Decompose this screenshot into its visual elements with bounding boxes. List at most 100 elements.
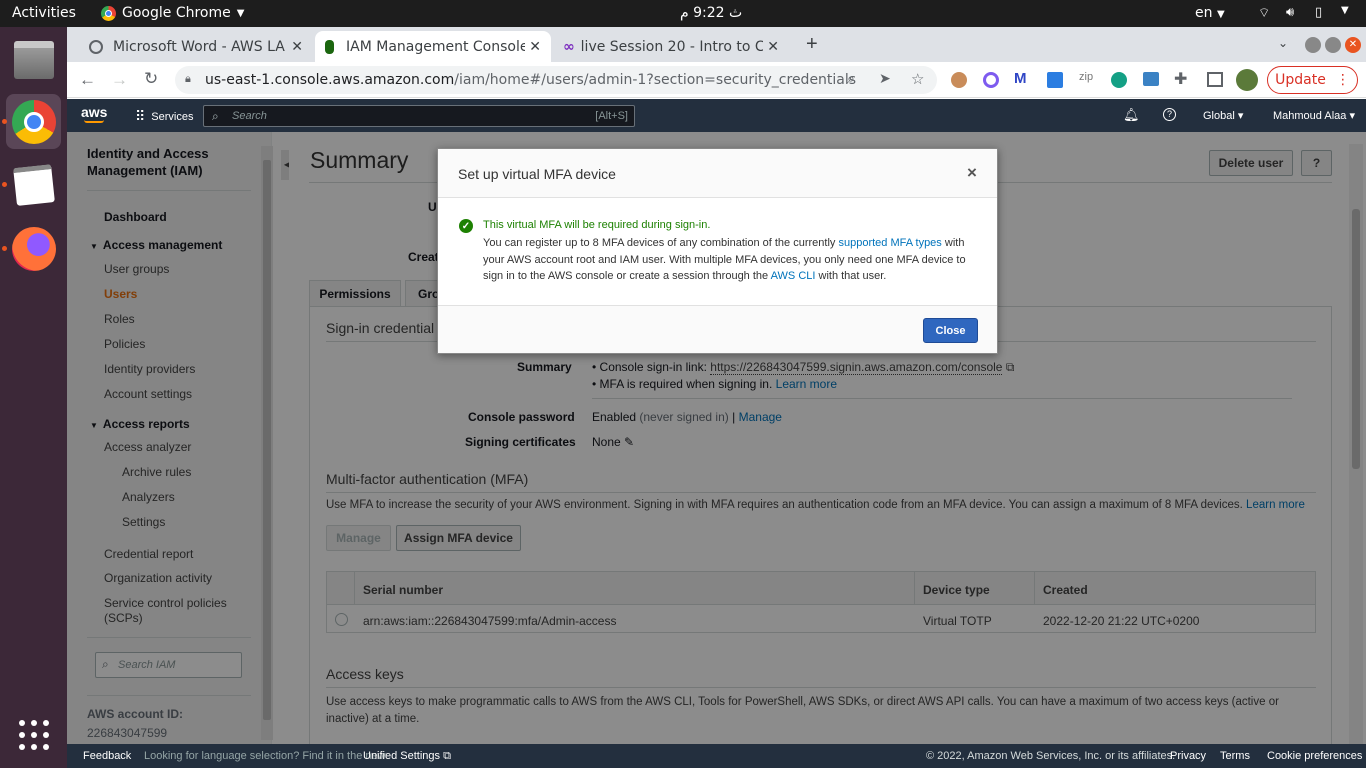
success-check-icon: ✓ xyxy=(459,219,473,233)
toolbar: ← → ↻ 🔒︎ us-east-1.console.aws.amazon.co… xyxy=(67,62,1366,98)
reload-icon[interactable]: ↻ xyxy=(144,69,158,89)
success-message: This virtual MFA will be required during… xyxy=(483,219,711,231)
profile-avatar[interactable] xyxy=(1236,69,1258,91)
search-placeholder: Search xyxy=(232,110,267,122)
tab-title: live Session 20 - Intro to C xyxy=(580,38,765,55)
extension-m-icon[interactable]: M xyxy=(1014,70,1027,87)
side-panel-icon[interactable] xyxy=(1207,72,1223,87)
cookie-preferences-link[interactable]: Cookie preferences xyxy=(1267,750,1362,762)
firefox-dock-icon[interactable] xyxy=(6,221,61,276)
volume-icon[interactable]: 🔊︎ xyxy=(1286,5,1294,20)
chrome-dock-icon[interactable] xyxy=(6,94,61,149)
activities-button[interactable]: Activities xyxy=(12,5,76,21)
body-text-1: You can register up to 8 MFA devices of … xyxy=(483,237,839,249)
modal-body-text: You can register up to 8 MFA devices of … xyxy=(483,235,977,285)
close-tab-icon[interactable]: ✕ xyxy=(525,38,541,55)
extensions-puzzle-icon[interactable]: ✚ xyxy=(1174,69,1187,89)
system-menu-chevron-icon[interactable]: ▼ xyxy=(1341,5,1349,16)
lock-icon: 🔒︎ xyxy=(185,72,191,85)
chevron-down-icon: ▼ xyxy=(1216,9,1225,20)
body-text-3: with that user. xyxy=(815,270,887,282)
dock xyxy=(0,27,67,768)
send-icon[interactable]: ➤ xyxy=(879,71,891,87)
grid-icon: ⠿ xyxy=(135,108,146,124)
aws-top-nav: aws ⠿ Services ⌕ Search [Alt+S] 🔔︎ ? Glo… xyxy=(67,99,1366,132)
services-menu[interactable]: ⠿ Services xyxy=(135,108,193,125)
user-name: Mahmoud Alaa xyxy=(1273,110,1347,122)
bookmark-star-icon[interactable]: ☆ xyxy=(911,70,924,88)
chrome-icon xyxy=(101,5,116,21)
tab-microsoft-word[interactable]: Microsoft Word - AWS LA ✕ xyxy=(79,31,313,62)
tab-iam-console[interactable]: IAM Management Console ✕ xyxy=(315,31,551,62)
back-icon[interactable]: ← xyxy=(79,70,96,90)
unified-settings-label: Unified Settings xyxy=(363,750,441,762)
close-tab-icon[interactable]: ✕ xyxy=(291,39,303,55)
running-indicator xyxy=(2,182,7,187)
app-menu-label: Google Chrome xyxy=(122,5,231,21)
privacy-link[interactable]: Privacy xyxy=(1170,750,1206,762)
modal-footer: Close xyxy=(438,305,997,353)
feedback-link[interactable]: Feedback xyxy=(83,750,131,762)
help-icon[interactable]: ? xyxy=(1163,108,1176,121)
extension-green-icon[interactable] xyxy=(1111,72,1127,88)
extension-hex-icon[interactable] xyxy=(983,72,999,88)
url-path: /iam/home#/users/admin-1?section=securit… xyxy=(454,72,857,88)
globe-icon xyxy=(89,39,103,54)
app-menu[interactable]: Google Chrome ▼ xyxy=(101,5,244,21)
maximize-window-icon[interactable] xyxy=(1325,37,1341,53)
language-note: Looking for language selection? Find it … xyxy=(144,750,386,762)
aws-cli-link[interactable]: AWS CLI xyxy=(771,270,816,282)
copyright: © 2022, Amazon Web Services, Inc. or its… xyxy=(926,750,1176,762)
tab-search-chevron-icon[interactable]: ⌄ xyxy=(1278,36,1288,50)
supported-mfa-types-link[interactable]: supported MFA types xyxy=(838,237,941,249)
terms-link[interactable]: Terms xyxy=(1220,750,1250,762)
notifications-bell-icon[interactable]: 🔔︎ xyxy=(1123,107,1140,123)
language-label: en xyxy=(1195,5,1213,21)
clock[interactable]: ث 9:22 م xyxy=(680,5,742,21)
battery-icon[interactable]: ▯ xyxy=(1315,5,1322,20)
mfa-modal: Set up virtual MFA device × ✓ This virtu… xyxy=(437,148,998,354)
session-logo-icon: ∞ xyxy=(563,38,575,55)
modal-close-icon[interactable]: × xyxy=(967,163,977,183)
close-button[interactable]: Close xyxy=(923,318,978,343)
zoom-icon[interactable]: ⌕ xyxy=(847,71,855,87)
extension-zip-icon[interactable]: zip xyxy=(1079,71,1093,83)
search-shortcut: [Alt+S] xyxy=(595,110,628,122)
show-apps-icon[interactable] xyxy=(6,707,61,762)
files-app-icon[interactable] xyxy=(6,32,61,87)
account-menu[interactable]: Mahmoud Alaa ▾ xyxy=(1273,109,1355,122)
extension-screen-icon[interactable] xyxy=(1143,72,1159,86)
tab-live-session[interactable]: ∞ live Session 20 - Intro to C ✕ xyxy=(553,31,789,62)
tab-strip: Microsoft Word - AWS LA ✕ IAM Management… xyxy=(67,27,1366,62)
search-icon: ⌕ xyxy=(212,109,219,123)
os-top-bar: Activities Google Chrome ▼ ث 9:22 م en ▼… xyxy=(0,0,1366,27)
unified-settings-link[interactable]: Unified Settings ⧉ xyxy=(363,750,451,763)
update-label: Update xyxy=(1275,72,1326,88)
external-link-icon: ⧉ xyxy=(443,750,451,762)
address-bar[interactable]: 🔒︎ us-east-1.console.aws.amazon.com/iam/… xyxy=(175,66,937,94)
tab-title: Microsoft Word - AWS LA xyxy=(113,38,285,55)
update-button[interactable]: Update ⋮ xyxy=(1267,66,1358,94)
modal-title: Set up virtual MFA device xyxy=(458,166,616,182)
region-selector[interactable]: Global ▾ xyxy=(1203,109,1243,122)
aws-smile-icon xyxy=(84,120,104,123)
forward-icon: → xyxy=(111,70,128,89)
running-indicator xyxy=(2,119,7,124)
modal-header: Set up virtual MFA device × xyxy=(438,149,997,198)
region-label: Global xyxy=(1203,110,1235,122)
chevron-down-icon: ▼ xyxy=(236,7,245,19)
wifi-icon[interactable]: ⌔ xyxy=(1258,5,1270,21)
aws-logo[interactable]: aws xyxy=(81,104,107,120)
url-host: us-east-1.console.aws.amazon.com xyxy=(205,72,455,88)
new-tab-icon[interactable]: + xyxy=(806,33,818,56)
aws-search-input[interactable]: ⌕ Search [Alt+S] xyxy=(203,105,635,127)
language-indicator[interactable]: en ▼ xyxy=(1195,5,1225,21)
extension-monkey-icon[interactable] xyxy=(951,72,967,88)
close-window-icon[interactable]: ✕ xyxy=(1345,37,1361,53)
text-editor-dock-icon[interactable] xyxy=(6,157,61,212)
tab-title: IAM Management Console xyxy=(346,38,529,55)
iam-key-icon xyxy=(325,39,334,54)
extension-snowflake-icon[interactable] xyxy=(1047,72,1063,88)
close-tab-icon[interactable]: ✕ xyxy=(763,38,779,55)
minimize-window-icon[interactable] xyxy=(1305,37,1321,53)
